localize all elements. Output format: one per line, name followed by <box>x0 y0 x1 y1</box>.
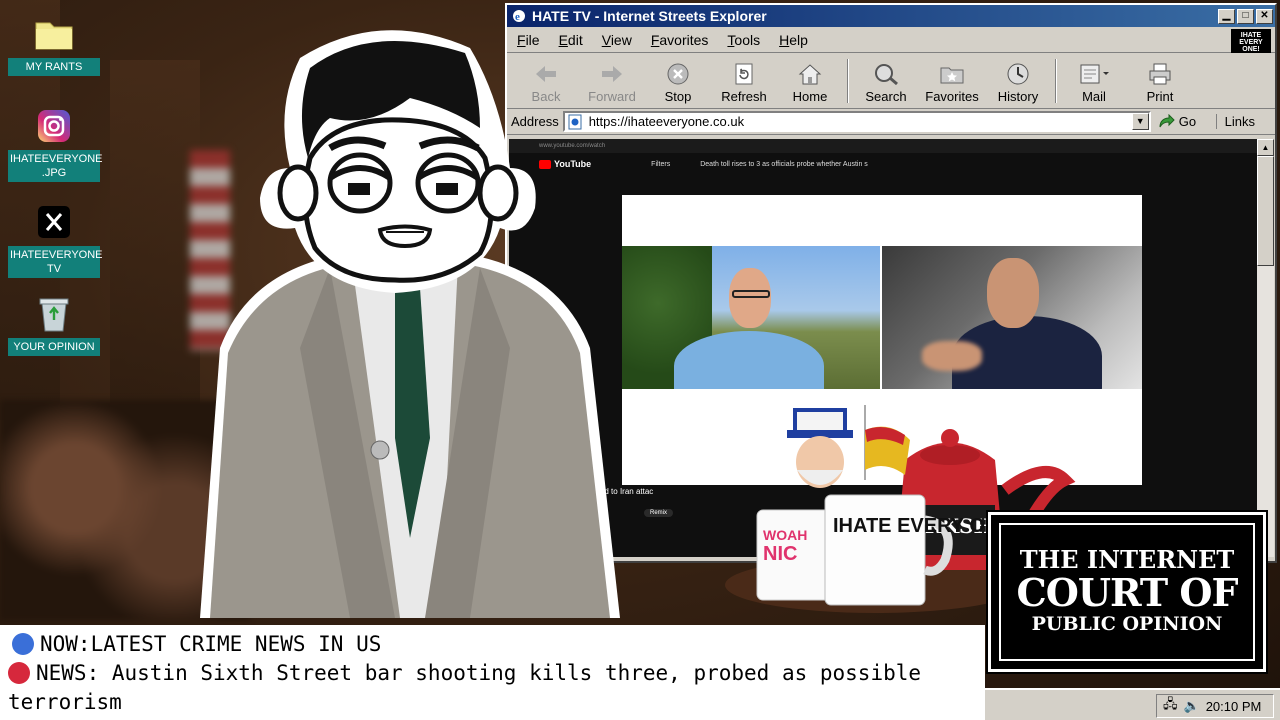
go-button[interactable]: Go <box>1157 113 1196 130</box>
court-of-opinion-badge: THE INTERNET COURT OF PUBLIC OPINION <box>988 512 1266 672</box>
url-input[interactable]: https://ihateeveryone.co.uk ▼ <box>562 111 1151 132</box>
go-arrow-icon <box>1159 113 1175 127</box>
desktop-icon-label: MY RANTS <box>8 58 100 76</box>
network-icon[interactable]: 🖧 <box>1163 695 1178 717</box>
clock[interactable]: 20:10 PM <box>1206 699 1262 714</box>
badge-line-3: PUBLIC OPINION <box>1031 613 1223 635</box>
ticker-line-now: NOW:LATEST CRIME NEWS IN US <box>0 629 985 659</box>
vertical-scrollbar[interactable]: ▲ <box>1257 139 1274 557</box>
home-icon <box>798 62 822 86</box>
favorites-button[interactable]: Favorites <box>919 56 985 106</box>
person-head <box>729 268 771 328</box>
taskbar: 🖧 🔈 20:10 PM <box>985 688 1280 720</box>
youtube-filters[interactable]: Filters <box>651 161 670 168</box>
badge-line-2: COURT OF <box>1016 570 1239 615</box>
stop-icon <box>667 62 689 86</box>
recycle-bin-icon <box>34 294 74 334</box>
person-shirt <box>674 331 824 389</box>
instagram-icon <box>34 106 74 146</box>
printer-icon <box>1148 62 1172 86</box>
scroll-up-button[interactable]: ▲ <box>1257 139 1274 156</box>
blue-dot-icon <box>12 633 34 655</box>
svg-text:WOAH: WOAH <box>763 527 807 543</box>
x-logo-icon <box>34 202 74 242</box>
video-feed-right <box>882 246 1142 389</box>
menu-favorites[interactable]: Favorites <box>651 32 709 48</box>
red-dot-icon <box>8 662 30 684</box>
remix-button[interactable]: Remix <box>644 509 674 517</box>
toolbar-separator <box>847 58 849 103</box>
news-ticker: NOW:LATEST CRIME NEWS IN US NEWS: Austin… <box>0 625 985 720</box>
desktop-icon-instagram[interactable]: IHATEEVERYONE .JPG <box>8 106 103 182</box>
close-button[interactable]: ✕ <box>1256 8 1273 24</box>
maximize-button[interactable]: □ <box>1237 8 1254 24</box>
history-button[interactable]: History <box>985 56 1051 106</box>
menu-help[interactable]: Help <box>779 32 808 48</box>
search-button[interactable]: Search <box>853 56 919 106</box>
desktop-icon-x-tv[interactable]: IHATEEVERYONE TV <box>8 202 103 278</box>
mail-icon <box>1079 62 1109 86</box>
home-button[interactable]: Home <box>777 56 843 106</box>
minimize-button[interactable]: ▁ <box>1218 8 1235 24</box>
address-dropdown-button[interactable]: ▼ <box>1131 113 1149 130</box>
video-feed-left <box>622 246 880 389</box>
mail-button[interactable]: Mail <box>1061 56 1127 106</box>
links-button[interactable]: Links <box>1215 114 1271 129</box>
folder-icon <box>34 14 74 54</box>
desktop-icon-label: IHATEEVERYONE TV <box>8 246 103 278</box>
history-icon <box>1007 62 1029 86</box>
desktop-icon-recycle-bin[interactable]: YOUR OPINION <box>8 294 100 356</box>
toolbar-separator <box>1055 58 1057 103</box>
refresh-icon <box>734 62 754 86</box>
desktop-icon-my-rants[interactable]: MY RANTS <box>8 14 100 76</box>
search-icon <box>873 62 899 86</box>
stop-button[interactable]: Stop <box>645 56 711 106</box>
desktop-icon-label: IHATEEVERYONE .JPG <box>8 150 103 182</box>
svg-text:NIC: NIC <box>763 543 797 565</box>
brand-logo: IHATE EVERY ONE! <box>1231 29 1271 53</box>
desktop-icon-label: YOUR OPINION <box>8 338 100 356</box>
print-button[interactable]: Print <box>1127 56 1193 106</box>
youtube-search-input[interactable]: Death toll rises to 3 as officials probe… <box>700 161 868 168</box>
system-tray: 🖧 🔈 20:10 PM <box>1156 694 1274 718</box>
ticker-line-news: NEWS: Austin Sixth Street bar shooting k… <box>8 661 922 714</box>
refresh-button[interactable]: Refresh <box>711 56 777 106</box>
menu-tools[interactable]: Tools <box>727 32 760 48</box>
person-head <box>987 258 1039 328</box>
volume-icon[interactable]: 🔈 <box>1184 698 1200 714</box>
favorites-folder-icon <box>940 62 964 86</box>
scroll-thumb[interactable] <box>1257 156 1274 266</box>
cartoon-character <box>200 30 620 618</box>
